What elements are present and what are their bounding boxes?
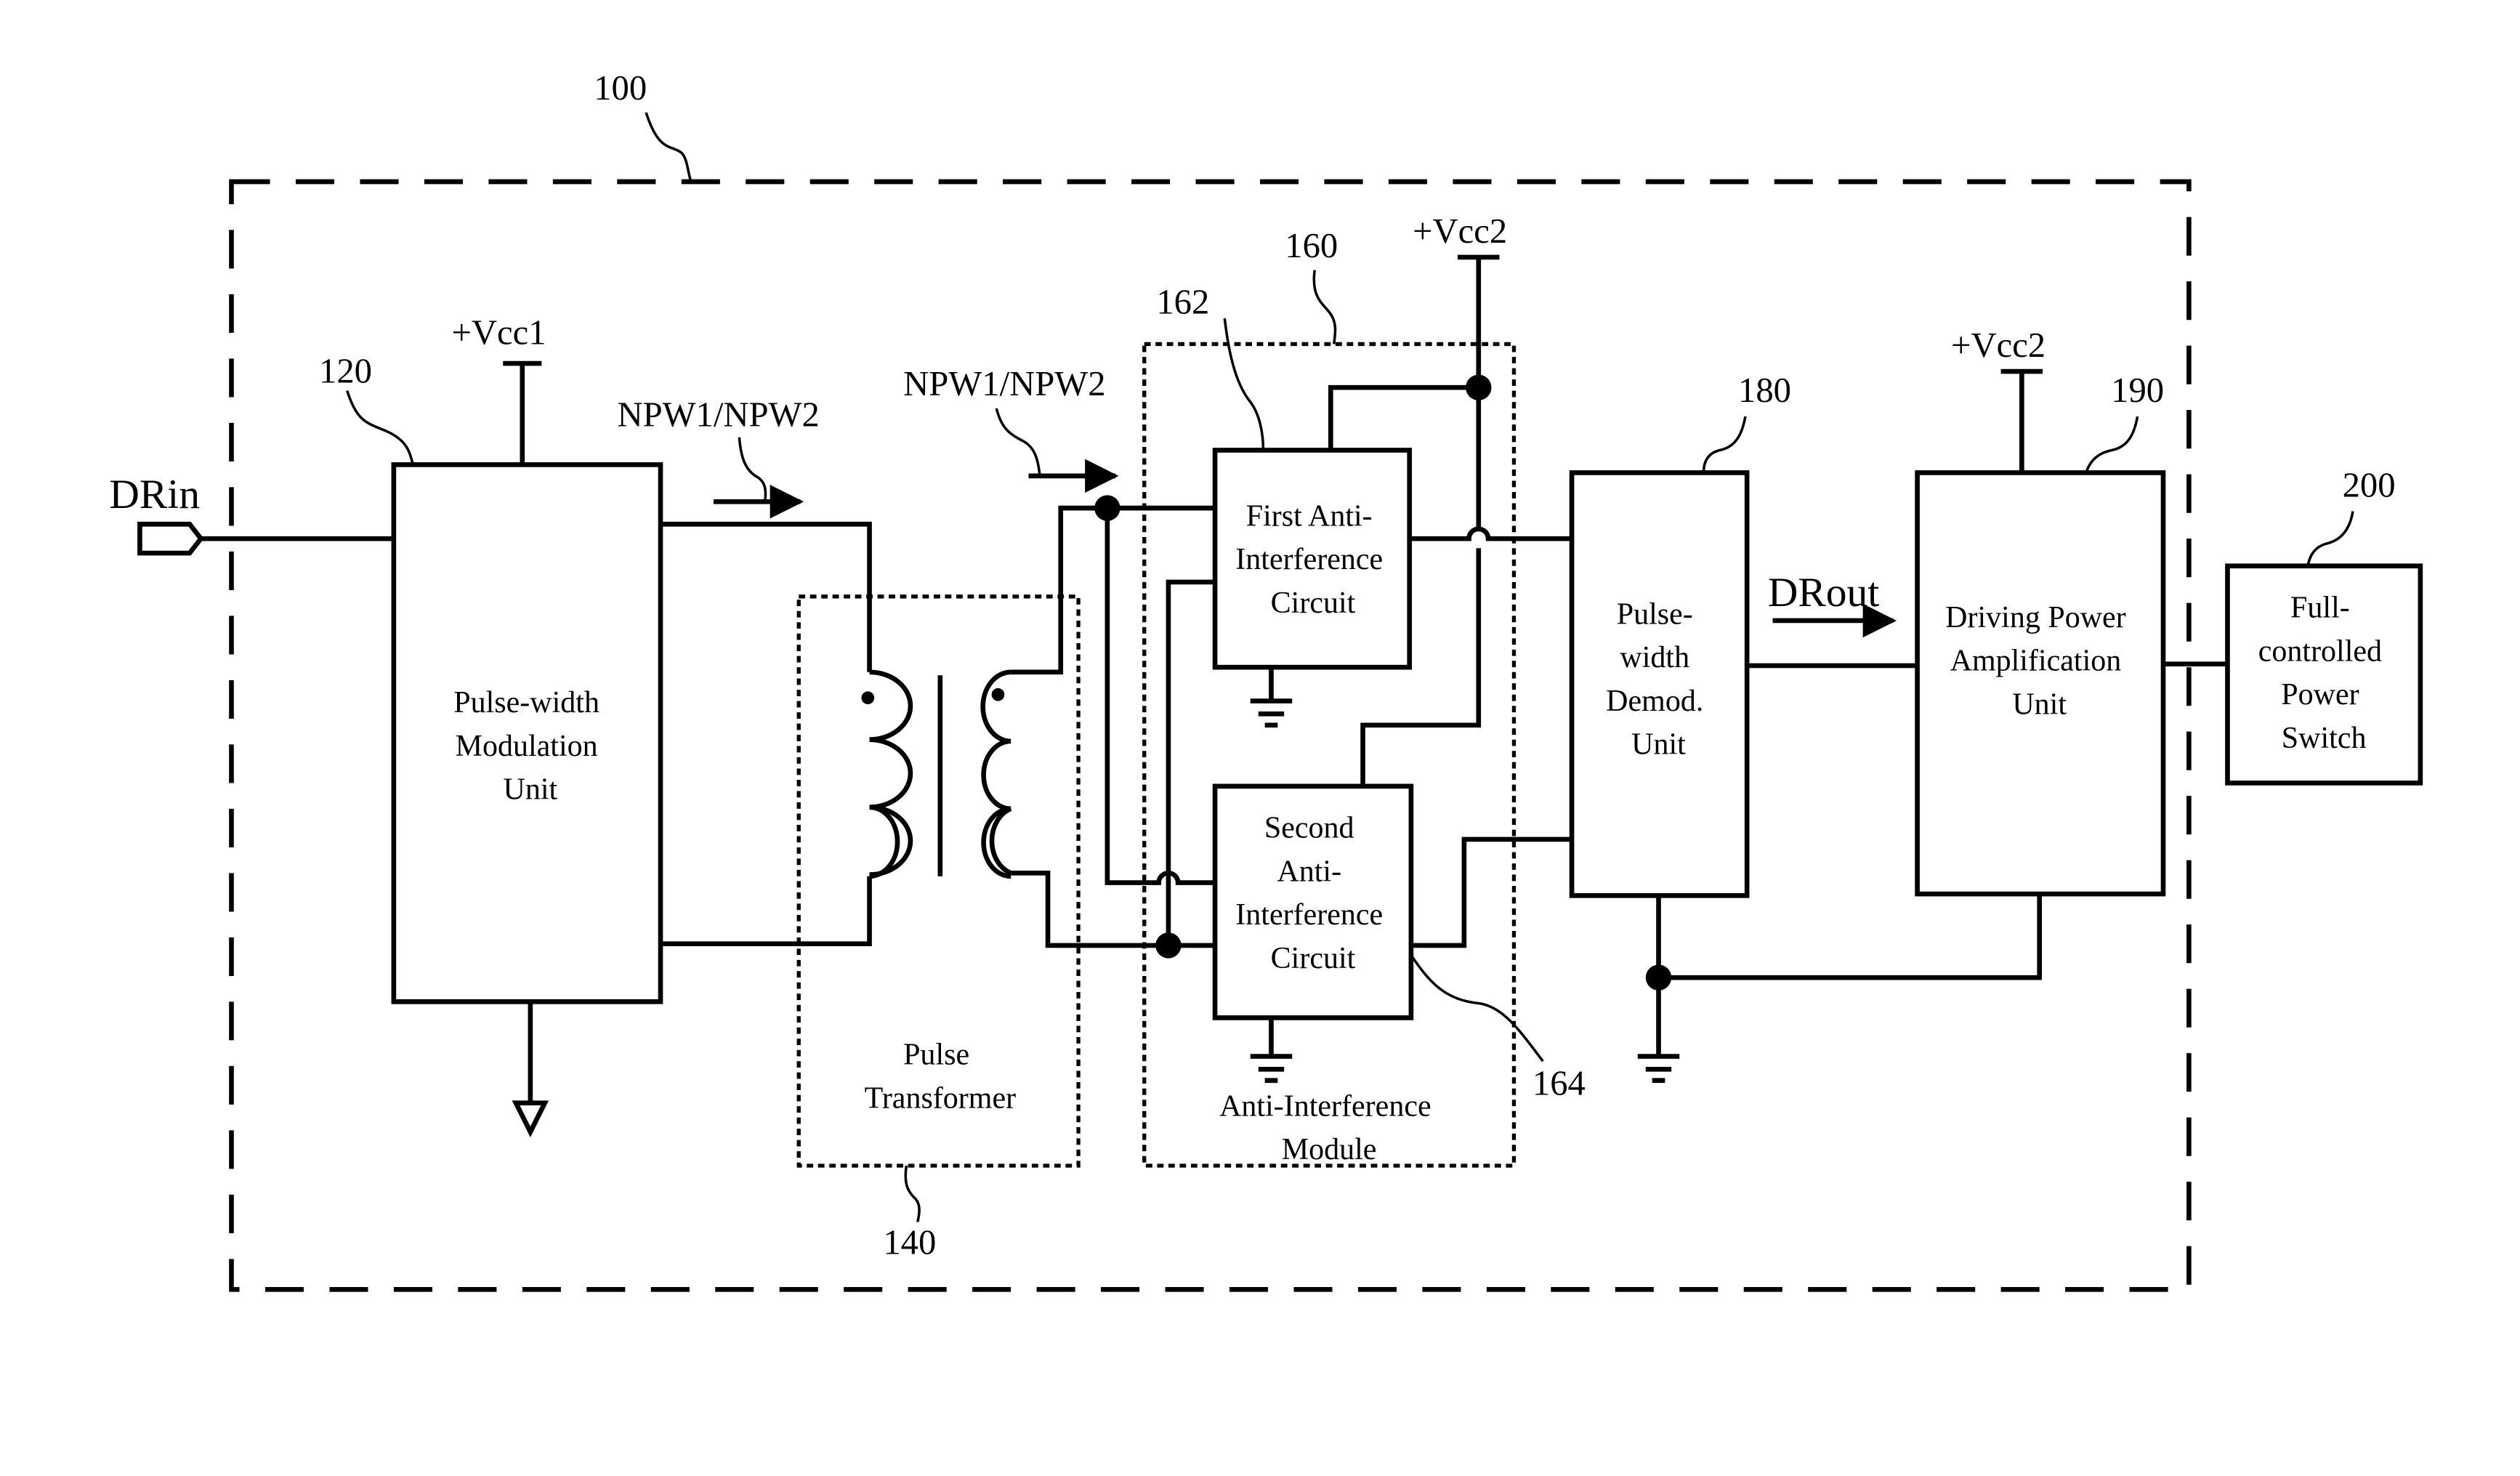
ref-200: 200 — [2343, 466, 2396, 505]
npw-right-label: NPW1/NPW2 — [903, 364, 1105, 403]
leader-180 — [1702, 416, 1747, 473]
leader-164 — [1410, 954, 1544, 1062]
ground-triangle-icon — [512, 1100, 549, 1137]
leader-140 — [904, 1165, 921, 1222]
wire-pwm-bottom — [661, 876, 872, 947]
secondary-coil-icon — [980, 669, 1011, 879]
leader-162 — [1223, 318, 1265, 451]
ref-100: 100 — [594, 68, 647, 108]
vcc2-amp-label: +Vcc2 — [1951, 326, 2046, 365]
wire-secondary-top — [1011, 505, 1216, 675]
ref-180: 180 — [1738, 371, 1791, 410]
leader-200 — [2306, 511, 2354, 567]
secondary-dot-icon — [991, 687, 1005, 701]
wire-second-output — [1410, 836, 1572, 948]
primary-dot-icon — [861, 691, 875, 705]
ref-190: 190 — [2111, 371, 2164, 410]
leader-160 — [1312, 270, 1337, 344]
module-label: Anti-Interference Module — [1219, 1089, 1439, 1166]
ref-120: 120 — [319, 352, 372, 391]
vcc2-module-label: +Vcc2 — [1413, 211, 1507, 251]
ref-164: 164 — [1532, 1064, 1586, 1103]
leader-120 — [346, 390, 415, 465]
input-signal-label: DRin — [109, 472, 200, 517]
output-signal-label: DRout — [1768, 570, 1879, 616]
ground-icon-demod — [1637, 1054, 1680, 1084]
ref-160: 160 — [1285, 226, 1338, 265]
vcc1-label: +Vcc1 — [451, 312, 546, 352]
transformer-label: Pulse Transformer — [865, 1039, 1016, 1116]
ground-icon-second — [1250, 1054, 1293, 1084]
leader-100 — [645, 112, 692, 182]
wire-top-to-second — [1104, 508, 1216, 885]
npw-left-label: NPW1/NPW2 — [617, 395, 819, 434]
input-port-icon — [137, 521, 204, 556]
leader-npw-right — [995, 408, 1041, 477]
ref-140: 140 — [883, 1223, 936, 1262]
circuit-diagram: 100 DRin Pulse-width Modulation Unit 120… — [109, 68, 2423, 1292]
wire-ground-to-amp — [1658, 894, 2043, 980]
wire-vcc2-to-first — [1328, 384, 1479, 451]
amplification-unit-block — [1915, 470, 2166, 897]
wire-bottom-to-first — [1166, 579, 1216, 945]
wire-first-output — [1409, 526, 1572, 541]
primary-coil-icon — [869, 669, 913, 877]
ground-icon-first — [1250, 698, 1293, 728]
leader-190 — [2085, 416, 2139, 474]
ref-162: 162 — [1156, 282, 1209, 321]
leader-npw-left — [738, 437, 767, 502]
